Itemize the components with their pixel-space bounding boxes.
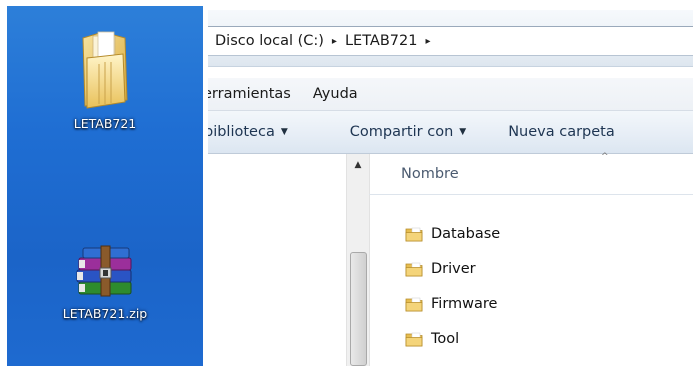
menu-herramientas[interactable]: erramientas: [208, 86, 291, 102]
file-name: Database: [431, 226, 501, 242]
sort-ascending-icon: ^: [601, 152, 609, 162]
folder-icon: [405, 227, 423, 242]
breadcrumb-separator-icon[interactable]: ▸: [324, 36, 345, 47]
desktop-zip-label: LETAB721.zip: [62, 306, 148, 321]
folder-icon: [82, 31, 128, 109]
list-item[interactable]: Firmware: [405, 290, 497, 318]
scroll-up-arrow-icon[interactable]: ▲: [347, 154, 369, 176]
command-bar: biblioteca ▼ Compartir con ▼ Nueva carpe…: [208, 111, 693, 154]
folder-icon: [405, 332, 423, 347]
winrar-archive-icon: [76, 245, 132, 297]
desktop-zip-item[interactable]: LETAB721.zip: [45, 242, 165, 321]
address-bar: Disco local (C:) ▸ LETAB721 ▸: [208, 10, 693, 67]
folder-icon: [405, 297, 423, 312]
desktop-panel: LETAB721 LETAB721.zip: [7, 6, 203, 366]
share-with-button[interactable]: Compartir con ▼: [350, 124, 466, 140]
chevron-down-icon: ▼: [280, 127, 288, 137]
include-in-library-button[interactable]: biblioteca ▼: [208, 124, 288, 140]
file-list: ^ Nombre Database Driver Firmware Tool: [369, 152, 693, 366]
file-name: Firmware: [431, 296, 498, 312]
list-item[interactable]: Database: [405, 220, 500, 248]
list-item[interactable]: Tool: [405, 325, 459, 353]
file-name: Driver: [431, 261, 476, 277]
menu-bar: erramientas Ayuda: [208, 78, 693, 111]
breadcrumb-disco-local[interactable]: Disco local (C:): [208, 33, 324, 49]
breadcrumb-letab721[interactable]: LETAB721: [345, 33, 418, 49]
breadcrumb[interactable]: Disco local (C:) ▸ LETAB721 ▸: [208, 26, 693, 56]
share-button-label: Compartir con: [349, 124, 454, 140]
column-header: ^ Nombre: [369, 152, 693, 195]
new-folder-label: Nueva carpeta: [508, 124, 615, 140]
scrollbar-thumb[interactable]: [350, 252, 367, 366]
folder-icon: [405, 262, 423, 277]
chevron-down-icon: ▼: [459, 127, 467, 137]
menu-ayuda[interactable]: Ayuda: [313, 86, 358, 102]
breadcrumb-separator-icon[interactable]: ▸: [417, 36, 438, 47]
new-folder-button[interactable]: Nueva carpeta: [508, 124, 615, 140]
file-name: Tool: [431, 331, 460, 347]
list-item[interactable]: Driver: [405, 255, 476, 283]
library-button-label: biblioteca: [208, 124, 275, 140]
explorer-window: Disco local (C:) ▸ LETAB721 ▸ erramienta…: [208, 6, 693, 366]
desktop-folder-label: LETAB721: [73, 116, 137, 131]
desktop-folder-item[interactable]: LETAB721: [45, 28, 165, 131]
nav-pane-scrollbar[interactable]: ▲: [346, 154, 370, 366]
column-header-nombre[interactable]: Nombre: [401, 166, 459, 182]
navigation-pane[interactable]: [208, 154, 346, 366]
